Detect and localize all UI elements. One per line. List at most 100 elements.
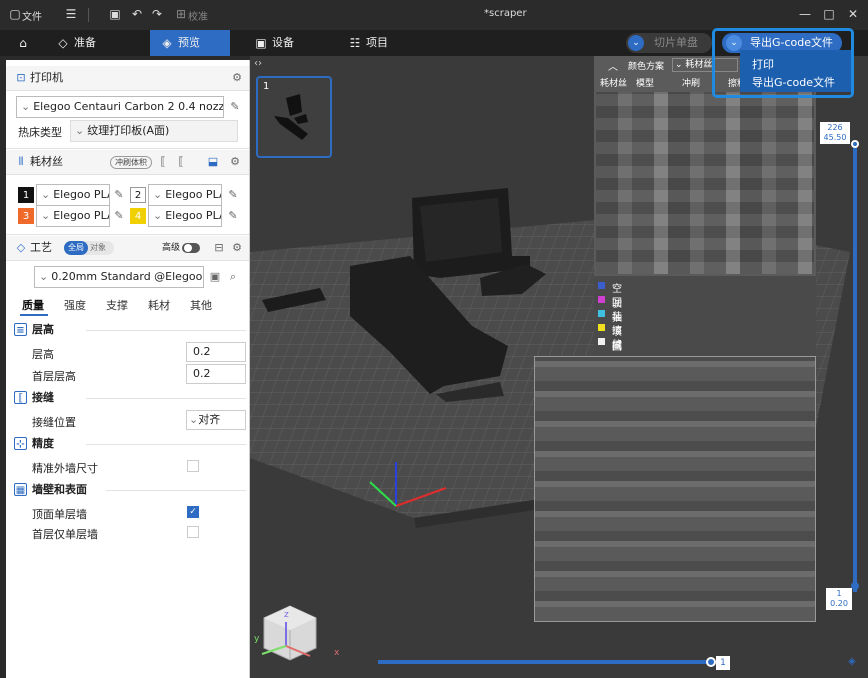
chevron-down-icon: ⌄: [41, 209, 51, 222]
add-filament-icon[interactable]: ⟦: [174, 155, 188, 169]
list-icon: ☷: [349, 36, 361, 50]
redo-icon[interactable]: ↷: [150, 7, 164, 21]
printer-section-header: ⊡ 打印机 ⚙: [6, 66, 249, 90]
bed-type-select[interactable]: ⌄ 纹理打印板(A面): [70, 120, 238, 142]
layer-height-input[interactable]: 0.2: [186, 342, 246, 362]
group-title: 墙壁和表面: [32, 483, 87, 496]
menu-icon[interactable]: ☰: [64, 7, 78, 21]
global-option[interactable]: 全局: [64, 241, 88, 255]
tab-others[interactable]: 其他: [190, 297, 212, 313]
maximize-button[interactable]: □: [822, 7, 836, 21]
divider: [86, 330, 246, 331]
section-title: 打印机: [30, 71, 63, 84]
chevron-down-icon: ⌄: [21, 100, 31, 113]
layers-icon: ◈: [162, 36, 172, 50]
settings-icon[interactable]: ⚙: [230, 71, 244, 85]
input-value: 0.2: [193, 345, 211, 358]
filament-select[interactable]: ⌄ Elegoo PLA: [148, 184, 222, 206]
sync-icon[interactable]: ⟦: [156, 155, 170, 169]
param-label: 首层仅单层墙: [32, 528, 98, 541]
divider: [86, 444, 246, 445]
tab-label: 准备: [74, 36, 96, 49]
group-title: 接缝: [32, 391, 54, 404]
process-profile-select[interactable]: ⌄0.20mm Standard @Elegoo C...: [34, 266, 204, 288]
minimize-button[interactable]: —: [798, 7, 812, 21]
filament-select[interactable]: ⌄ Elegoo PLA: [148, 205, 222, 227]
legend-swatch: [598, 324, 605, 331]
edit-icon[interactable]: ✎: [112, 209, 126, 223]
tab-quality[interactable]: 质量: [22, 297, 44, 313]
tab-label: 预览: [178, 36, 200, 49]
precise-wall-checkbox[interactable]: [187, 460, 199, 472]
chevron-down-icon: ⌄: [41, 188, 51, 201]
plate-thumbnail[interactable]: 1: [256, 76, 332, 158]
model-part: [420, 198, 502, 262]
printer-select[interactable]: ⌄ Elegoo Centauri Carbon 2 0.4 nozzle: [16, 96, 224, 118]
object-option[interactable]: 对象: [90, 241, 106, 255]
home-button[interactable]: ⌂: [12, 30, 36, 56]
top-layer-height: 45.50: [823, 133, 847, 142]
settings-icon[interactable]: ⚙: [228, 155, 242, 169]
slider-handle-top[interactable]: [851, 140, 859, 148]
process-icon: ◇: [16, 241, 26, 254]
filament-settings-icon[interactable]: ⬓: [206, 155, 220, 169]
scope-toggle[interactable]: 全局 对象: [64, 241, 114, 255]
flush-volume-button[interactable]: 冲刷体积: [110, 156, 152, 169]
tab-prepare[interactable]: ◇ 准备: [52, 30, 132, 56]
advanced-toggle[interactable]: [182, 243, 200, 253]
section-title: 耗材丝: [30, 155, 63, 168]
z-axis-label: z: [284, 610, 289, 620]
collapse-icon[interactable]: ︿: [608, 58, 618, 73]
undo-icon[interactable]: ↶: [130, 7, 144, 21]
divider: [6, 260, 249, 261]
file-menu[interactable]: 文件: [22, 8, 42, 23]
tab-strength[interactable]: 强度: [64, 297, 86, 313]
tab-label: 项目: [366, 36, 388, 49]
layers-icon[interactable]: ◈: [848, 656, 856, 667]
slot-number: 4: [130, 208, 146, 224]
legend-panel: [594, 276, 816, 358]
collapse-sidebar-icon[interactable]: ‹›: [254, 58, 262, 69]
edit-icon[interactable]: ✎: [226, 209, 240, 223]
search-icon[interactable]: ⌕: [226, 270, 240, 284]
chevron-down-icon[interactable]: ⌄: [628, 35, 644, 51]
first-layer-height-input[interactable]: 0.2: [186, 364, 246, 384]
color-scheme-label: 颜色方案: [628, 62, 665, 72]
tab-support[interactable]: 支撑: [106, 297, 128, 313]
calibrate-icon[interactable]: ⊞: [174, 7, 188, 21]
save-icon[interactable]: ▣: [108, 7, 122, 21]
settings-icon[interactable]: ⚙: [230, 241, 244, 255]
tab-label: 设备: [272, 36, 294, 49]
filament-select[interactable]: ⌄ Elegoo PLA: [36, 184, 110, 206]
edit-icon[interactable]: ✎: [228, 100, 242, 114]
move-slider[interactable]: [378, 660, 712, 664]
tab-preview[interactable]: ◈ 预览: [150, 30, 230, 56]
tab-filament[interactable]: 耗材: [148, 297, 170, 313]
slider-handle-bottom[interactable]: [851, 582, 859, 590]
bed-type-label: 热床类型: [18, 126, 62, 139]
edit-icon[interactable]: ✎: [112, 188, 126, 202]
top-one-wall-checkbox[interactable]: ✓: [187, 506, 199, 518]
layer-range-slider[interactable]: [853, 142, 857, 592]
save-icon[interactable]: ▣: [208, 270, 222, 284]
tab-device[interactable]: ▣ 设备: [250, 30, 330, 56]
tab-project[interactable]: ☷ 项目: [344, 30, 424, 56]
bottom-layer-height: 0.20: [830, 599, 848, 608]
input-value: 0.2: [193, 367, 211, 380]
edit-icon[interactable]: ✎: [226, 188, 240, 202]
slot-number: 2: [130, 187, 146, 203]
slice-plate-button[interactable]: ⌄ 切片单盘: [626, 33, 712, 53]
compare-icon[interactable]: ⊟: [212, 241, 226, 255]
first-layer-one-wall-checkbox[interactable]: [187, 526, 199, 538]
calibrate-menu[interactable]: 校准: [188, 8, 208, 23]
x-axis-label: x: [334, 648, 340, 658]
title-bar: ▢ 文件 ☰ ▣ ↶ ↷ ⊞ 校准 *scraper — □ ✕: [0, 0, 868, 30]
filament-select[interactable]: ⌄ Elegoo PLA: [36, 205, 110, 227]
close-button[interactable]: ✕: [846, 7, 860, 21]
move-slider-handle[interactable]: [706, 657, 716, 667]
seam-position-select[interactable]: ⌄对齐: [186, 410, 246, 430]
divider: [88, 8, 89, 22]
file-icon[interactable]: ▢: [8, 7, 22, 21]
legend-swatch: [598, 282, 605, 289]
highlight-outline: [712, 28, 854, 98]
